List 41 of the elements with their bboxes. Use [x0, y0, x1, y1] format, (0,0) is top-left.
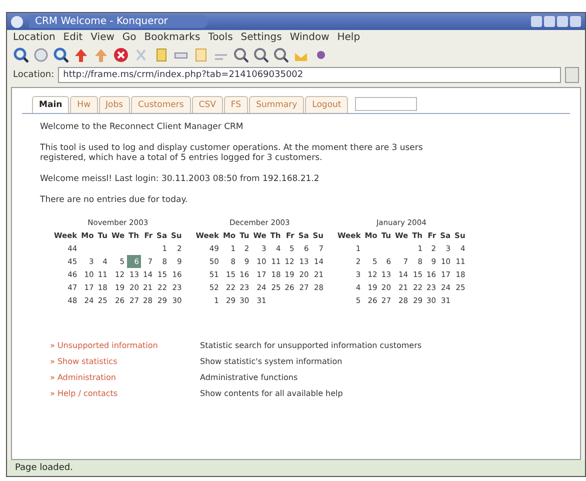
link[interactable]: » Help / contacts [50, 389, 200, 398]
magnifier-icon[interactable] [273, 47, 289, 63]
page-icon[interactable] [193, 47, 209, 63]
menu-item[interactable]: Window [290, 32, 330, 43]
window-control-icon[interactable] [531, 16, 542, 27]
menu-item[interactable]: Location [13, 32, 56, 43]
link-description: Statistic search for unsupported information customers [200, 341, 423, 350]
menu-item[interactable]: Tools [208, 32, 233, 43]
location-label: Location: [13, 70, 54, 80]
link-description: Administrative functions [200, 373, 299, 382]
magnifier-icon[interactable] [53, 47, 69, 63]
link[interactable]: » Administration [50, 373, 200, 382]
menu-item[interactable]: Edit [63, 32, 83, 43]
up-arrow-icon[interactable] [73, 47, 89, 63]
menu-item[interactable]: Help [337, 32, 360, 43]
paragraph: There are no entries due for today. [40, 195, 189, 205]
window-control-icon[interactable] [544, 16, 555, 27]
window-control-icon[interactable] [570, 16, 581, 27]
url-field[interactable]: http://frame.ms/crm/index.php?tab=2141069035002 [58, 67, 561, 83]
link-description: Show contents for all available help [200, 389, 344, 398]
magnifier-icon[interactable] [13, 47, 29, 63]
paragraph: This tool is used to log and display customer operations. At the moment there are 3 users registered, which have a total of 5 entries logged for 3 customers. [40, 143, 424, 163]
menu-item[interactable]: View [90, 32, 114, 43]
paragraph: Welcome to the Reconnect Client Manager CRM [40, 122, 244, 132]
magnifier-icon[interactable] [233, 47, 249, 63]
link[interactable]: » Show statistics [50, 357, 200, 366]
window-title: CRM Welcome - Konqueror [29, 15, 208, 28]
magnifier-icon[interactable] [253, 47, 269, 63]
menu-item[interactable]: Bookmarks [144, 32, 200, 43]
dropdown-icon[interactable] [565, 67, 579, 83]
stop-icon[interactable] [113, 47, 129, 63]
app-icon [11, 16, 23, 28]
tab[interactable]: Main [32, 96, 70, 113]
paragraph: Welcome meissl! Last login: 30.11.2003 08:50 from 192.168.21.2 [40, 174, 320, 184]
menu-item[interactable]: Go [122, 32, 136, 43]
status-bar: Page loaded. [7, 460, 585, 476]
link-description: Show statistic's system information [200, 357, 344, 366]
menu-item[interactable]: Settings [240, 32, 282, 43]
window-control-icon[interactable] [557, 16, 568, 27]
link[interactable]: » Unsupported information [50, 341, 200, 350]
input-field[interactable] [355, 97, 418, 111]
